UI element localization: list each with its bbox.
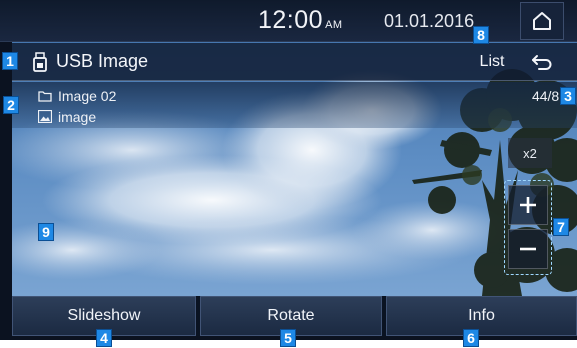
image-file-icon	[38, 110, 52, 123]
zoom-controls	[504, 180, 552, 275]
callout-marker-2: 2	[3, 96, 19, 114]
zoom-in-button[interactable]	[508, 185, 548, 225]
home-icon	[533, 12, 551, 30]
plus-icon	[520, 197, 536, 213]
clock-ampm: AM	[325, 19, 343, 31]
title-bar: USB Image List	[12, 43, 577, 81]
home-button[interactable]	[520, 2, 564, 40]
list-button[interactable]: List	[464, 47, 520, 77]
back-button[interactable]	[520, 47, 564, 77]
callout-marker-5: 5	[280, 329, 296, 347]
callout-marker-9: 9	[38, 223, 54, 241]
callout-marker-6: 6	[463, 329, 479, 347]
info-button[interactable]: Info	[386, 296, 577, 336]
folder-icon	[38, 91, 52, 102]
callout-marker-3: 3	[560, 87, 576, 105]
screen-title: USB Image	[56, 51, 149, 71]
clock-time: 12:00	[258, 6, 324, 34]
back-arrow-icon	[532, 55, 552, 70]
callout-marker-1: 1	[2, 52, 18, 70]
usb-drive-icon	[33, 52, 47, 72]
callout-marker-4: 4	[96, 329, 112, 347]
status-bar: 12:00 AM 01.01.2016	[0, 0, 577, 42]
callout-marker-7: 7	[553, 218, 569, 236]
minus-icon	[520, 247, 536, 251]
callout-marker-8: 8	[473, 26, 489, 44]
head-unit-screen: 12:00 AM 01.01.2016 USB Image List Image …	[0, 0, 577, 340]
clock: 12:00 AM	[258, 6, 343, 35]
zoom-out-button[interactable]	[508, 229, 548, 269]
file-info-strip: Image 02 image 44/81	[12, 82, 577, 128]
folder-name: Image 02	[58, 88, 117, 104]
file-name: image	[58, 109, 97, 125]
zoom-level-indicator: x2	[508, 138, 552, 168]
date-display: 01.01.2016	[384, 11, 475, 31]
